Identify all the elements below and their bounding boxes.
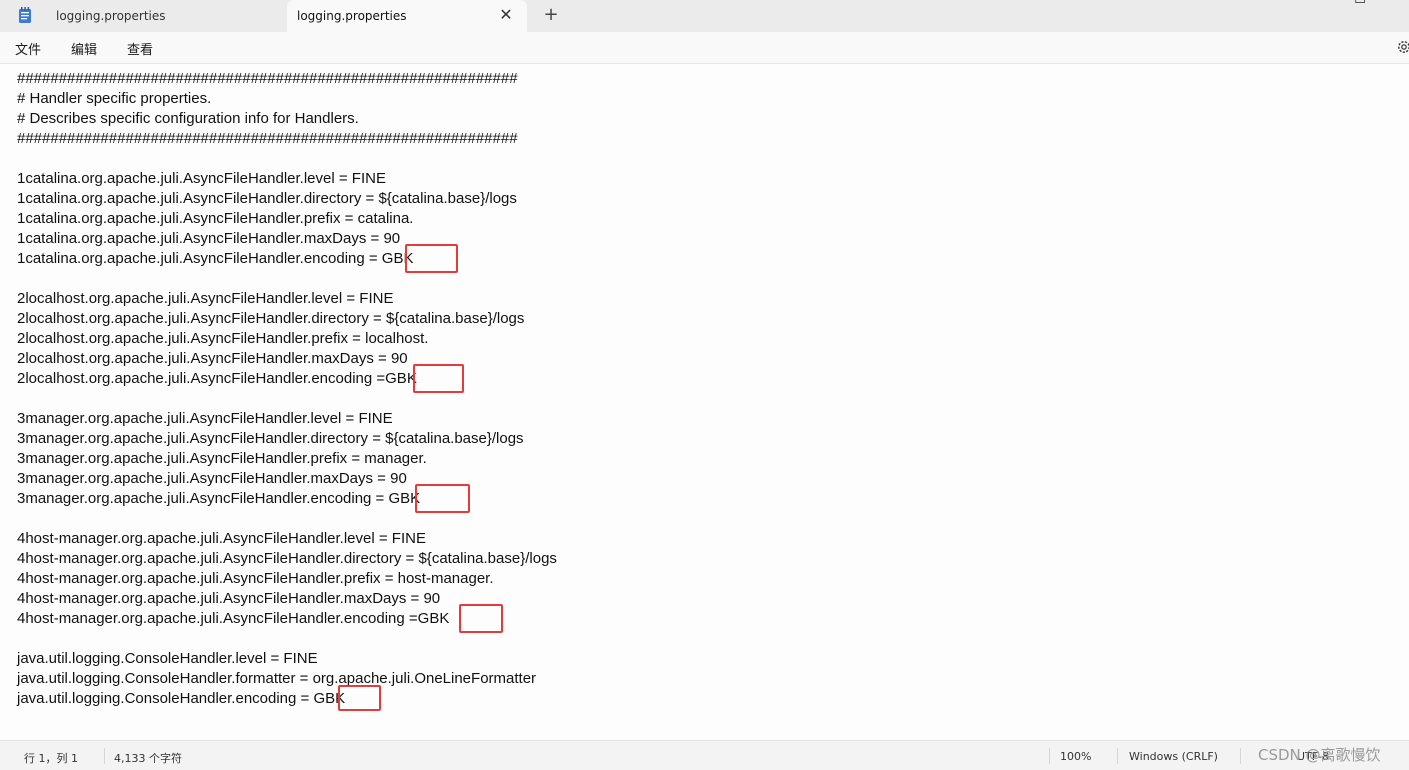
text-line: # Handler specific properties. (17, 90, 212, 107)
text-line: 1catalina.org.apache.juli.AsyncFileHandl… (17, 190, 517, 207)
line-ending[interactable]: Windows (CRLF) (1129, 750, 1218, 763)
text-line: java.util.logging.ConsoleHandler.formatt… (17, 670, 537, 687)
text-line: 3manager.org.apache.juli.AsyncFileHandle… (17, 470, 407, 487)
text-line: 4host-manager.org.apache.juli.AsyncFileH… (17, 570, 494, 587)
watermark: CSDN @离歌慢饮 (1258, 746, 1381, 764)
close-tab-icon[interactable]: ✕ (497, 6, 515, 24)
text-line: 2localhost.org.apache.juli.AsyncFileHand… (17, 290, 394, 307)
tab-label: logging.properties (297, 9, 407, 23)
text-editor[interactable]: ########################################… (0, 64, 1409, 740)
settings-gear-icon[interactable] (1396, 39, 1409, 55)
text-line: 4host-manager.org.apache.juli.AsyncFileH… (17, 590, 441, 607)
text-line: 3manager.org.apache.juli.AsyncFileHandle… (17, 410, 393, 427)
minimize-button[interactable]: — (1300, 0, 1340, 12)
text-line: 1catalina.org.apache.juli.AsyncFileHandl… (17, 210, 414, 227)
text-line: 4host-manager.org.apache.juli.AsyncFileH… (17, 530, 426, 547)
text-line: 2localhost.org.apache.juli.AsyncFileHand… (17, 330, 429, 347)
status-bar: 行 1，列 1 4,133 个字符 100% Windows (CRLF) UT… (0, 740, 1409, 770)
text-line: 4host-manager.org.apache.juli.AsyncFileH… (17, 550, 557, 567)
text-line: 3manager.org.apache.juli.AsyncFileHandle… (17, 490, 421, 507)
text-line: 1catalina.org.apache.juli.AsyncFileHandl… (17, 250, 414, 267)
text-line: java.util.logging.ConsoleHandler.level =… (17, 650, 318, 667)
text-line: 1catalina.org.apache.juli.AsyncFileHandl… (17, 170, 386, 187)
menu-view[interactable]: 查看 (127, 39, 153, 58)
zoom-level[interactable]: 100% (1060, 750, 1091, 763)
text-line: 2localhost.org.apache.juli.AsyncFileHand… (17, 310, 525, 327)
menu-edit[interactable]: 编辑 (71, 39, 97, 58)
character-count: 4,133 个字符 (114, 752, 182, 765)
tab-strip: logging.properties logging.properties ✕ … (0, 0, 1409, 32)
text-line: 3manager.org.apache.juli.AsyncFileHandle… (17, 430, 524, 447)
status-divider (104, 748, 105, 764)
text-line: # Describes specific configuration info … (17, 110, 359, 127)
cursor-position: 行 1，列 1 (24, 752, 78, 765)
highlight-box (338, 685, 381, 711)
text-line: 3manager.org.apache.juli.AsyncFileHandle… (17, 450, 427, 467)
text-line: 1catalina.org.apache.juli.AsyncFileHandl… (17, 230, 401, 247)
new-tab-button[interactable]: + (540, 4, 562, 26)
status-divider (1240, 748, 1241, 764)
highlight-box (459, 604, 503, 633)
text-line: ########################################… (17, 70, 518, 87)
menu-bar: 文件 编辑 查看 (0, 32, 1409, 64)
tab-active[interactable]: logging.properties ✕ (287, 0, 527, 32)
text-line: 4host-manager.org.apache.juli.AsyncFileH… (17, 610, 450, 627)
text-line: ########################################… (17, 130, 518, 147)
maximize-button[interactable]: ☐ (1340, 0, 1380, 12)
menu-file[interactable]: 文件 (15, 39, 41, 58)
highlight-box (415, 484, 470, 513)
highlight-box (405, 244, 458, 273)
status-divider (1049, 748, 1050, 764)
text-line: java.util.logging.ConsoleHandler.encodin… (17, 690, 346, 707)
text-line: 2localhost.org.apache.juli.AsyncFileHand… (17, 350, 408, 367)
tab-label: logging.properties (56, 9, 166, 23)
tab-inactive[interactable]: logging.properties (8, 0, 284, 32)
status-divider (1117, 748, 1118, 764)
text-line: 2localhost.org.apache.juli.AsyncFileHand… (17, 370, 417, 387)
notepad-icon (19, 7, 31, 23)
highlight-box (413, 364, 464, 393)
